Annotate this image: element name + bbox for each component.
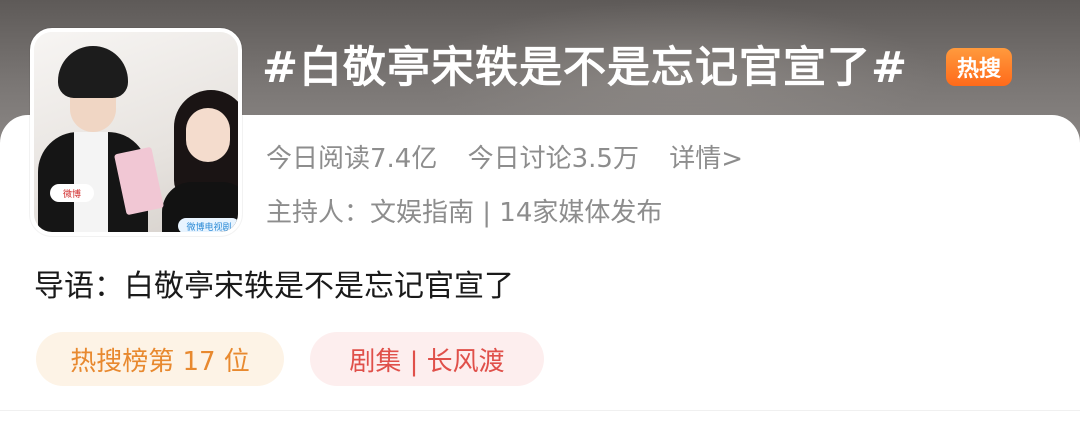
read-count: 今日阅读7.4亿 <box>266 144 438 174</box>
topic-intro: 导语：白敬亭宋轶是不是忘记官宣了 <box>34 269 514 304</box>
cover-weibo-mic-tag: 微博 <box>50 184 94 202</box>
stats-row: 今日阅读7.4亿 今日讨论3.5万 详情> <box>266 139 765 179</box>
drama-tag[interactable]: 剧集 | 长风渡 <box>310 332 544 386</box>
hot-rank-tag[interactable]: 热搜榜第 17 位 <box>36 332 284 386</box>
topic-title[interactable]: #白敬亭宋轶是不是忘记官宣了# <box>262 40 908 96</box>
discuss-count: 今日讨论3.5万 <box>467 144 639 174</box>
cover-weibo-tv-tag: 微博电视剧 <box>178 218 238 232</box>
hot-badge: 热搜 <box>946 48 1012 86</box>
cover-person-right-face <box>186 108 230 162</box>
details-link[interactable]: 详情> <box>669 144 743 174</box>
topic-cover-image[interactable]: 微博 微博电视剧 <box>30 28 242 236</box>
host-info[interactable]: 主持人：文娱指南 | 14家媒体发布 <box>266 193 662 233</box>
divider <box>0 410 1080 411</box>
